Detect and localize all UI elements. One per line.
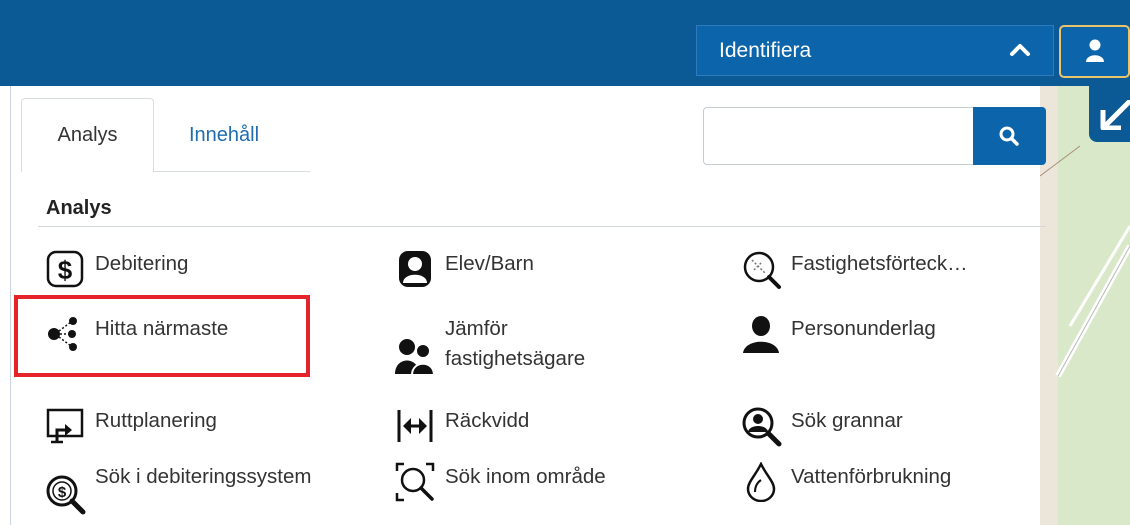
collapse-panel-button[interactable] — [1089, 86, 1130, 142]
tab-innehall-label: Innehåll — [189, 123, 260, 146]
range-icon — [391, 406, 439, 446]
tab-analys-label: Analys — [57, 124, 118, 146]
search-button[interactable] — [973, 107, 1046, 165]
tool-sok-grannar[interactable]: Sök grannar — [737, 406, 903, 447]
dollar-icon: $ — [41, 249, 89, 289]
svg-text:$: $ — [58, 484, 67, 501]
analysis-panel: Analys Innehåll Analys $ Debitering Elev… — [10, 86, 1046, 525]
arrow-collapse-icon — [1100, 100, 1130, 130]
identify-label: Identifiera — [719, 38, 812, 62]
search-icon — [999, 126, 1019, 146]
map-view[interactable] — [1040, 86, 1130, 525]
section-title: Analys — [46, 197, 112, 219]
tab-analys[interactable]: Analys — [21, 98, 154, 172]
tool-label: Sök i debiteringssystem — [95, 465, 312, 488]
tool-label: Vattenförbrukning — [791, 465, 952, 488]
tool-label: Fastighetsförteck… — [791, 252, 968, 275]
tool-vattenforbrukning[interactable]: Vattenförbrukning — [737, 462, 951, 502]
tool-sok-i-debiteringssystem[interactable]: $ Sök i debiteringssystem — [41, 462, 315, 515]
tool-label: Ruttplanering — [95, 409, 217, 432]
user-icon — [1086, 39, 1104, 62]
tool-label: Sök grannar — [791, 409, 903, 432]
tool-ruttplanering[interactable]: Ruttplanering — [41, 406, 217, 446]
route-icon — [41, 406, 89, 446]
tool-label: Räckvidd — [445, 409, 530, 432]
svg-text:$: $ — [58, 255, 73, 285]
tool-label: Personunderlag — [791, 317, 936, 340]
tool-label: Hitta närmaste — [95, 317, 229, 340]
chevron-up-icon — [1010, 44, 1030, 56]
search-input[interactable] — [703, 107, 973, 165]
nearest-icon — [41, 314, 89, 354]
tool-elev-barn[interactable]: Elev/Barn — [391, 249, 534, 289]
tool-fastighetsforteckning[interactable]: Fastighetsförteck… — [737, 249, 968, 289]
section-divider — [38, 226, 1046, 227]
tool-rackvidd[interactable]: Räckvidd — [391, 406, 529, 446]
student-icon — [391, 249, 439, 289]
neighbor-search-icon — [737, 406, 785, 447]
tool-personunderlag[interactable]: Personunderlag — [737, 314, 936, 354]
tab-divider — [154, 171, 310, 172]
tool-hitta-narmaste[interactable]: Hitta närmaste — [41, 314, 228, 354]
property-search-icon — [737, 249, 785, 289]
tool-label: Debitering — [95, 252, 189, 275]
identify-dropdown-button[interactable]: Identifiera — [696, 25, 1054, 76]
tool-jamfor-fastighetsagare[interactable]: Jämför fastighetsägare — [391, 314, 645, 376]
water-drop-icon — [737, 462, 785, 502]
tool-label: Jämför fastighetsägare — [445, 317, 586, 370]
tool-label: Sök inom område — [445, 465, 606, 488]
billing-search-icon: $ — [41, 474, 89, 515]
compare-owners-icon — [391, 336, 439, 376]
person-icon — [737, 314, 785, 354]
tab-innehall[interactable]: Innehåll — [189, 98, 329, 172]
tool-label: Elev/Barn — [445, 252, 534, 275]
tool-sok-inom-omrade[interactable]: Sök inom område — [391, 462, 606, 502]
user-button[interactable] — [1059, 25, 1130, 78]
tool-debitering[interactable]: $ Debitering — [41, 249, 188, 289]
area-search-icon — [391, 462, 439, 502]
map-roads — [1040, 145, 1130, 378]
